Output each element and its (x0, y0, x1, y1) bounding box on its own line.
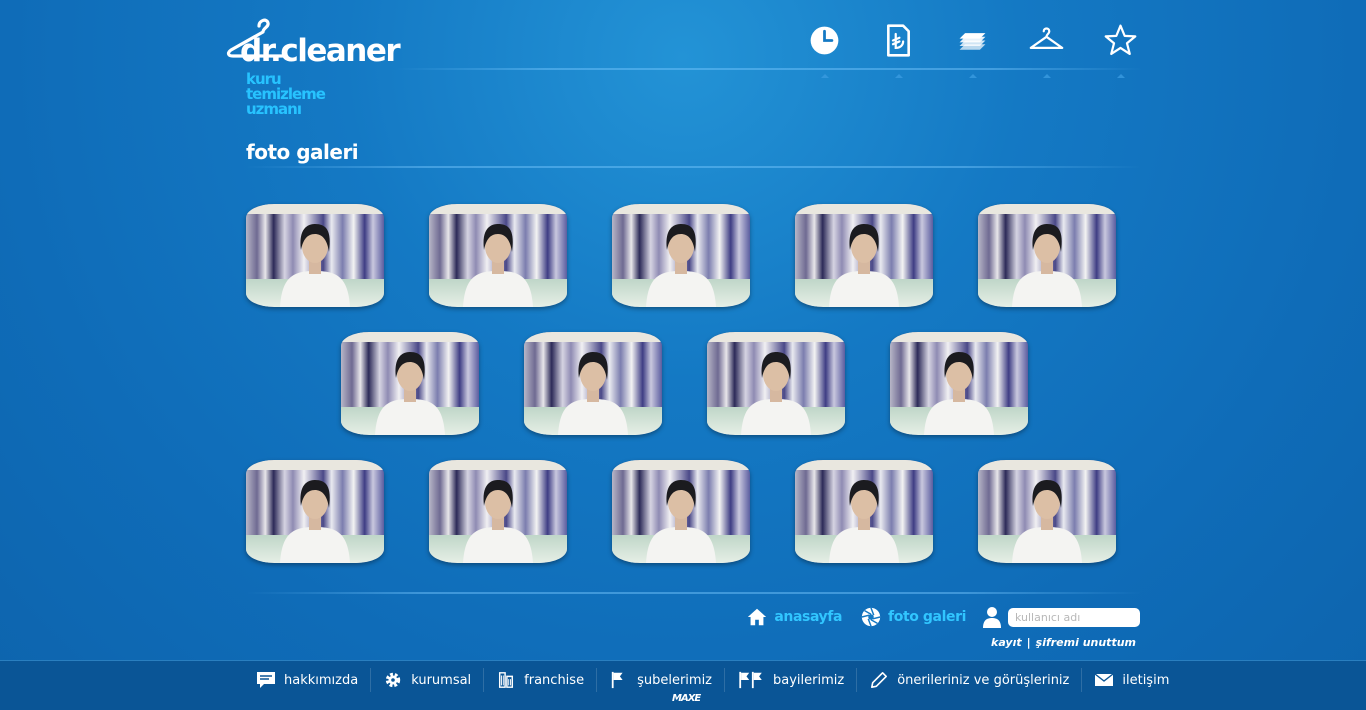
person-photo (829, 224, 899, 307)
header-divider (396, 68, 1142, 70)
person-photo (374, 352, 445, 435)
gallery-thumbnail[interactable] (978, 460, 1116, 563)
star-icon (1104, 24, 1137, 56)
nav-item-label: kurumsal (411, 672, 472, 688)
nav-item-label: iletişim (1122, 672, 1170, 688)
nav-item-label: franchise (524, 672, 585, 688)
forgot-password-link[interactable]: şifremi unuttum (1036, 636, 1136, 649)
menu-indicator (1116, 74, 1125, 78)
gallery-thumbnail[interactable] (523, 332, 662, 435)
nav-item-corporate[interactable]: kurumsal (371, 668, 485, 692)
speech-bubble-icon (257, 672, 275, 688)
link-separator: | (1026, 636, 1031, 649)
aperture-icon (861, 607, 881, 627)
top-menu-cleaning[interactable] (1028, 22, 1065, 82)
building-icon (499, 672, 514, 688)
gallery-row (246, 204, 1122, 307)
person-photo (463, 224, 533, 307)
gallery-row (246, 332, 1122, 435)
person-photo (646, 224, 716, 307)
nav-item-about[interactable]: hakkımızda (244, 668, 372, 692)
nav-item-label: hakkımızda (284, 672, 359, 688)
gallery-thumbnail[interactable] (340, 332, 479, 435)
page-wrapper: dr.cleaner kuru temizleme uzmanı foto ga… (226, 0, 1142, 660)
person-photo (740, 352, 811, 435)
envelope-icon (1094, 673, 1114, 686)
menu-indicator (820, 74, 829, 78)
top-menu-services[interactable] (954, 22, 991, 82)
gallery-thumbnail[interactable] (795, 204, 933, 307)
brand-name: dr.cleaner (240, 33, 401, 69)
tagline-line-3: uzmanı (246, 100, 302, 118)
gallery-thumbnail[interactable] (429, 460, 567, 563)
stacked-cloths-icon (959, 33, 986, 50)
gallery-thumbnail[interactable] (706, 332, 845, 435)
page-title: foto galeri (246, 140, 359, 164)
gallery-link-label: foto galeri (888, 609, 966, 625)
footer-divider (246, 592, 1142, 594)
gallery-thumbnail[interactable] (612, 460, 750, 563)
top-menu-hours[interactable] (806, 22, 843, 82)
gallery-thumbnail[interactable] (889, 332, 1028, 435)
person-photo (463, 480, 533, 563)
login-links: kayıt | şifremi unuttum (991, 636, 1136, 649)
person-photo (1012, 480, 1082, 563)
menu-indicator (968, 74, 977, 78)
person-photo (646, 480, 716, 563)
person-photo (923, 352, 994, 435)
gallery-thumbnail[interactable] (246, 204, 384, 307)
hanger-icon (1029, 27, 1064, 50)
gallery-link[interactable]: foto galeri (860, 606, 966, 628)
credit-logo[interactable]: MAXE (672, 693, 701, 704)
gallery-row (246, 460, 1122, 563)
lira-document-icon (887, 24, 910, 57)
clock-icon (810, 26, 839, 55)
nav-item-label: önerileriniz ve görüşleriniz (897, 672, 1070, 688)
flag-icon (611, 671, 623, 689)
nav-item-contact[interactable]: iletişim (1082, 668, 1181, 692)
top-menu-prices[interactable] (880, 22, 917, 82)
home-link-label: anasayfa (774, 609, 843, 625)
home-icon (748, 608, 767, 626)
nav-item-label: bayilerimiz (773, 672, 845, 688)
quick-links: anasayfa foto galeri (746, 606, 1140, 628)
login-box (982, 606, 1140, 628)
top-menu-favorites[interactable] (1102, 22, 1139, 82)
top-icon-menu (806, 22, 1139, 82)
nav-item-franchise[interactable]: franchise (484, 668, 598, 692)
gallery-thumbnail[interactable] (429, 204, 567, 307)
brand-tagline: kuru temizleme uzmanı (246, 72, 326, 118)
nav-item-branches[interactable]: şubelerimiz (597, 668, 726, 692)
title-divider (246, 166, 1142, 168)
person-photo (1012, 224, 1082, 307)
gallery-thumbnail[interactable] (612, 204, 750, 307)
photo-gallery (246, 204, 1122, 588)
user-icon (983, 607, 1001, 628)
username-input[interactable] (1008, 607, 1140, 627)
person-photo (829, 480, 899, 563)
register-link[interactable]: kayıt (991, 636, 1022, 649)
site-logo[interactable]: dr.cleaner kuru temizleme uzmanı (226, 12, 401, 122)
gallery-thumbnail[interactable] (246, 460, 384, 563)
nav-item-suggestions[interactable]: önerileriniz ve görüşleriniz (857, 668, 1083, 692)
gear-icon (386, 672, 401, 688)
gallery-thumbnail[interactable] (795, 460, 933, 563)
person-photo (280, 224, 350, 307)
nav-item-label: şubelerimiz (637, 672, 713, 688)
person-photo (280, 480, 350, 563)
home-link[interactable]: anasayfa (746, 606, 842, 628)
person-photo (557, 352, 628, 435)
nav-item-dealers[interactable]: bayilerimiz (725, 668, 858, 692)
bottom-nav: hakkımızda kurumsal franchise şubelerimi… (244, 666, 1181, 694)
menu-indicator (894, 74, 903, 78)
pencil-icon (871, 671, 888, 689)
double-flag-icon (739, 671, 762, 689)
menu-indicator (1042, 74, 1051, 78)
gallery-thumbnail[interactable] (978, 204, 1116, 307)
